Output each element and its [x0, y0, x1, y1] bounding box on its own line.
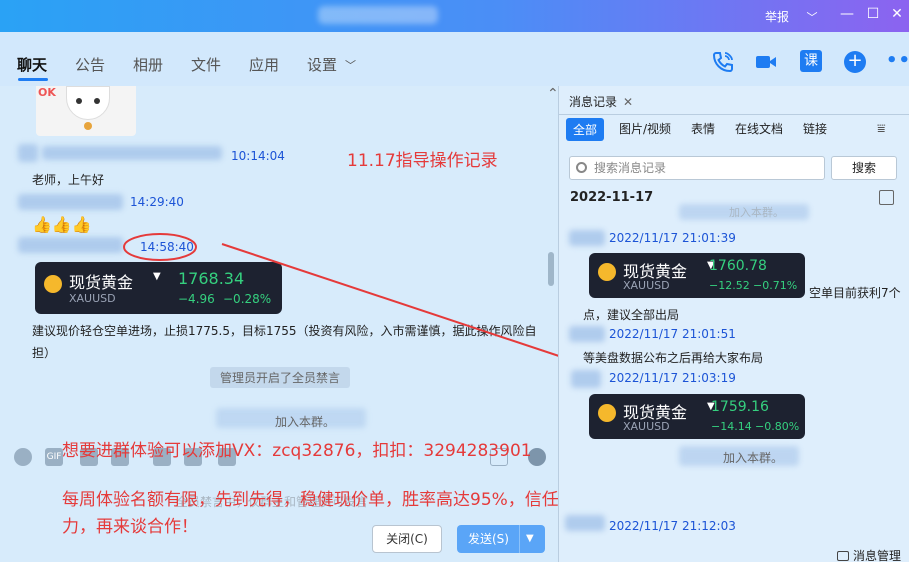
tab-chat[interactable]: 聊天 — [17, 54, 47, 75]
filter-media[interactable]: 图片/视频 — [619, 120, 671, 137]
calendar-icon[interactable] — [879, 190, 894, 205]
quote-symbol: XAUUSD — [623, 279, 670, 292]
system-message: 加入本群。 — [723, 451, 784, 465]
search-icon — [576, 162, 587, 173]
lesson-icon[interactable]: 课 — [800, 50, 822, 72]
message-time: 10:14:04 — [231, 149, 285, 163]
filter-docs[interactable]: 在线文档 — [735, 120, 783, 137]
sender-name-blurred — [18, 194, 123, 210]
minimize-button[interactable]: — — [838, 6, 856, 22]
tab-apps[interactable]: 应用 — [249, 54, 279, 75]
message-management-link[interactable]: 消息管理 — [837, 547, 901, 562]
history-time: 2022/11/17 21:12:03 — [609, 519, 736, 533]
message-text: 老师，上午好 — [32, 173, 105, 187]
tab-album[interactable]: 相册 — [133, 54, 163, 75]
quote-symbol: XAUUSD — [69, 292, 116, 305]
quote-symbol: XAUUSD — [623, 420, 670, 433]
gold-quote-card[interactable]: 现货黄金 ▼ XAUUSD 1759.16 −14.14 −0.80% — [589, 394, 805, 439]
dropdown-caret-icon: ▼ — [153, 271, 161, 282]
history-text: 等美盘数据公布之后再给大家布局 — [583, 351, 764, 365]
filter-icon[interactable]: ⩸ — [877, 121, 886, 137]
history-text: 点，建议全部出局 — [583, 308, 680, 322]
history-search-input[interactable]: 搜索消息记录 — [569, 156, 825, 180]
sender-name-blurred — [18, 237, 123, 253]
sender-name-blurred — [565, 515, 605, 531]
chevron-down-icon[interactable]: ▼ — [526, 525, 534, 553]
tab-settings[interactable]: 设置 — [307, 54, 337, 75]
history-date: 2022-11-17 — [570, 190, 654, 205]
overlay-title: 11.17指导操作记录 — [347, 151, 498, 171]
history-time: 2022/11/17 21:01:51 — [609, 327, 736, 341]
quote-change-pct: −0.28% — [223, 292, 272, 306]
filter-all[interactable]: 全部 — [566, 118, 605, 141]
quote-change-pct: −0.80% — [755, 420, 800, 433]
quote-name: 现货黄金 — [69, 273, 134, 292]
history-tab-label: 消息记录 — [569, 95, 618, 109]
close-window-button[interactable]: ✕ — [888, 6, 906, 22]
active-tab-indicator — [18, 78, 48, 81]
gif-icon[interactable]: GIF — [45, 448, 63, 466]
gold-coin-icon — [44, 275, 62, 293]
chevron-down-icon[interactable]: ﹀ — [803, 9, 821, 25]
quote-price: 1759.16 — [711, 399, 769, 415]
history-time: 2022/11/17 21:01:39 — [609, 231, 736, 245]
filter-stickers[interactable]: 表情 — [691, 120, 715, 137]
close-icon[interactable]: ✕ — [623, 95, 633, 109]
system-message: 加入本群。 — [275, 415, 336, 429]
gold-coin-icon — [598, 263, 616, 281]
filter-links[interactable]: 链接 — [803, 120, 827, 137]
sender-name-blurred — [42, 146, 222, 160]
sender-name-blurred — [569, 326, 605, 342]
history-time: 2022/11/17 21:03:19 — [609, 371, 736, 385]
group-name-blurred — [318, 6, 438, 24]
quote-change: −12.52 — [709, 279, 750, 292]
message-emoji: 👍👍👍 — [32, 215, 92, 234]
gold-quote-card[interactable]: 现货黄金 ▼ XAUUSD 1760.78 −12.52 −0.71% — [589, 253, 805, 298]
phone-icon[interactable] — [711, 50, 735, 74]
add-icon[interactable]: + — [844, 51, 866, 73]
history-search-button[interactable]: 搜索 — [831, 156, 897, 180]
quote-change: −4.96 — [178, 292, 215, 306]
tab-announcement[interactable]: 公告 — [75, 54, 105, 75]
close-button[interactable]: 关闭(C) — [372, 525, 442, 553]
scrollbar[interactable] — [548, 252, 554, 286]
history-text: 空单目前获利7个 — [809, 286, 901, 300]
send-button[interactable]: 发送(S) ▼ — [457, 525, 545, 553]
report-link[interactable]: 举报 — [765, 8, 789, 25]
quote-price: 1760.78 — [709, 258, 767, 274]
message-time: 14:29:40 — [130, 195, 184, 209]
video-icon[interactable] — [754, 50, 778, 74]
message-history-panel: 消息记录 ✕ 全部 图片/视频 表情 在线文档 链接 ⩸ 搜索消息记录 搜索 20… — [558, 86, 909, 562]
gold-coin-icon — [598, 404, 616, 422]
gold-quote-card[interactable]: 现货黄金 ▼ XAUUSD 1768.34 −4.96 −0.28% — [35, 262, 282, 314]
sender-name-blurred — [569, 230, 605, 246]
title-bar: 举报 ﹀ — ☐ ✕ — [0, 0, 909, 32]
send-label: 发送(S) — [468, 532, 509, 546]
message-text: 建议现价轻仓空单进场，止损1775.5，目标1755（投资有风险，入市需谨慎，据… — [32, 324, 537, 360]
history-tab[interactable]: 消息记录 ✕ — [569, 93, 633, 110]
tab-files[interactable]: 文件 — [191, 54, 221, 75]
message-time: 14:58:40 — [140, 240, 194, 254]
sticker-image[interactable]: OK — [36, 86, 136, 136]
more-icon[interactable]: ••• — [886, 50, 909, 71]
settings-chevron-icon[interactable]: ﹀ — [345, 57, 356, 73]
quote-change: −14.14 — [711, 420, 752, 433]
faded-system-text: 加入本群。 — [729, 206, 784, 219]
sender-name-blurred — [571, 370, 601, 388]
chat-bubble-icon — [837, 551, 849, 561]
emoji-icon[interactable] — [14, 448, 32, 466]
quote-change-pct: −0.71% — [753, 279, 798, 292]
maximize-button[interactable]: ☐ — [864, 6, 882, 22]
quote-price: 1768.34 — [178, 269, 245, 288]
collapse-icon[interactable]: ⌃ — [547, 86, 558, 102]
system-message: 管理员开启了全员禁言 — [210, 367, 351, 388]
sticker-label: OK — [38, 86, 56, 99]
avatar[interactable] — [18, 144, 38, 162]
overlay-contact: 想要进群体验可以添加VX：zcq32876，扣扣：3294283901 — [62, 441, 532, 461]
